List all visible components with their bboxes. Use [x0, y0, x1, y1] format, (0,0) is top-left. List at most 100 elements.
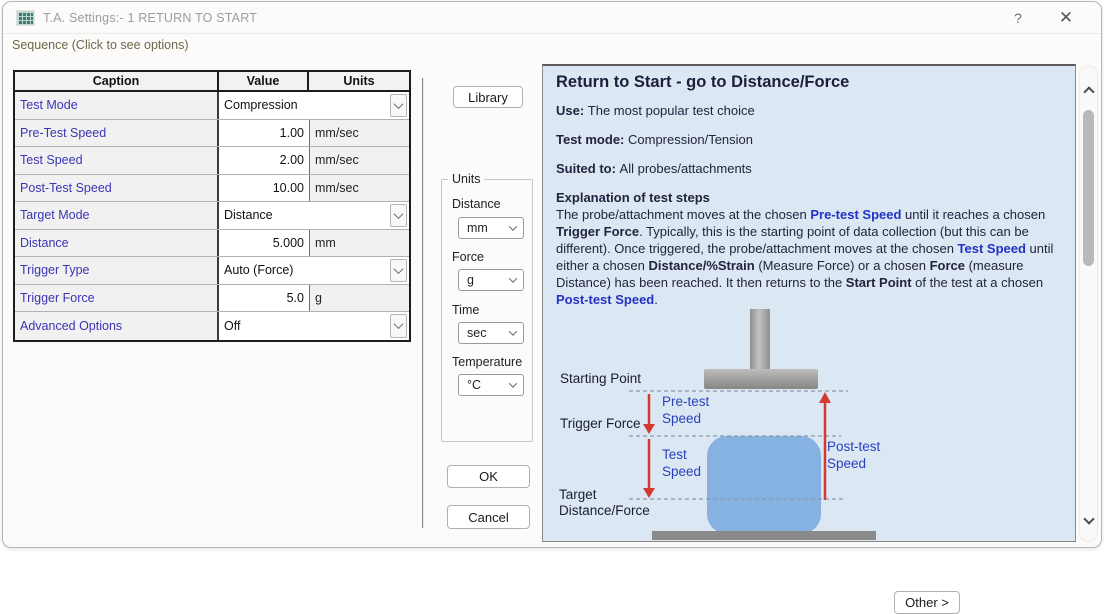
units-cell: g: [309, 285, 409, 312]
chevron-down-icon: [509, 222, 517, 230]
ok-button[interactable]: OK: [447, 465, 530, 488]
chevron-up-icon[interactable]: [1083, 86, 1094, 97]
table-row: Post-Test Speed 10.00 mm/sec: [15, 175, 409, 203]
dropdown-button[interactable]: [390, 259, 407, 282]
force-unit-label: Force: [452, 250, 484, 264]
trigger-force-label: Trigger Force: [560, 416, 641, 432]
chevron-down-icon[interactable]: [1083, 513, 1094, 524]
splitter-divider[interactable]: [422, 78, 424, 528]
sequence-label[interactable]: Sequence (Click to see options): [12, 38, 188, 52]
units-cell: mm/sec: [309, 147, 409, 174]
chevron-down-icon: [509, 274, 517, 282]
settings-table: Caption Value Units Test Mode Compressio…: [13, 70, 411, 342]
chevron-down-icon: [394, 319, 404, 329]
dialog-window: T.A. Settings:- 1 RETURN TO START ? ✕ Se…: [2, 1, 1102, 548]
chevron-down-icon: [394, 209, 404, 219]
explanation-paragraph: The probe/attachment moves at the chosen…: [556, 206, 1064, 308]
dropdown-button[interactable]: [390, 314, 407, 338]
value-dropdown[interactable]: Auto (Force): [219, 257, 409, 284]
base-platform-graphic: [652, 531, 876, 540]
probe-stem-graphic: [750, 309, 770, 371]
temperature-unit-value: °C: [467, 378, 481, 392]
sequence-bar[interactable]: Sequence (Click to see options): [3, 34, 1101, 57]
value-cell[interactable]: 1.00: [219, 120, 309, 147]
sample-graphic: [707, 436, 821, 534]
info-suitedto-line: Suited to: All probes/attachments: [556, 161, 1063, 176]
table-header: Caption Value Units: [15, 72, 409, 92]
table-row: Test Speed 2.00 mm/sec: [15, 147, 409, 175]
target-distance-force-label: Target Distance/Force: [559, 487, 650, 519]
post-test-speed-label: Post-test Speed: [827, 438, 880, 472]
close-button[interactable]: ✕: [1053, 7, 1079, 29]
distance-unit-label: Distance: [452, 197, 501, 211]
dropdown-value: Distance: [224, 208, 273, 222]
info-panel: Return to Start - go to Distance/Force U…: [542, 64, 1076, 542]
pre-test-speed-label: Pre-test Speed: [662, 393, 709, 427]
dropdown-value: Compression: [224, 98, 298, 112]
header-value: Value: [219, 72, 309, 90]
chevron-down-icon: [509, 379, 517, 387]
probe-plate-graphic: [704, 369, 818, 389]
row-caption: Distance: [15, 230, 219, 257]
header-caption: Caption: [15, 72, 219, 90]
chevron-down-icon: [509, 327, 517, 335]
other-units-button[interactable]: Other >: [894, 591, 960, 614]
dropdown-button[interactable]: [390, 204, 407, 227]
dropdown-button[interactable]: [390, 94, 407, 117]
header-units: Units: [309, 72, 409, 90]
explanation-title: Explanation of test steps: [556, 190, 1063, 205]
row-caption: Target Mode: [15, 202, 219, 229]
dropdown-value: Auto (Force): [224, 263, 293, 277]
units-cell: mm: [309, 230, 409, 257]
distance-unit-select[interactable]: mm: [458, 217, 524, 239]
info-heading: Return to Start - go to Distance/Force: [556, 73, 1063, 92]
table-row: Test Mode Compression: [15, 92, 409, 120]
row-caption: Advanced Options: [15, 312, 219, 340]
chevron-down-icon: [394, 99, 404, 109]
units-groupbox-title: Units: [448, 172, 484, 186]
distance-unit-value: mm: [467, 221, 488, 235]
temperature-unit-select[interactable]: °C: [458, 374, 524, 396]
time-unit-value: sec: [467, 326, 486, 340]
starting-point-label: Starting Point: [560, 371, 641, 387]
cancel-button[interactable]: Cancel: [447, 505, 530, 529]
value-dropdown[interactable]: Compression: [219, 92, 409, 119]
row-caption: Pre-Test Speed: [15, 120, 219, 147]
table-row: Distance 5.000 mm: [15, 230, 409, 258]
units-cell: mm/sec: [309, 175, 409, 202]
value-dropdown[interactable]: Off: [219, 312, 409, 340]
row-caption: Trigger Type: [15, 257, 219, 284]
temperature-unit-label: Temperature: [452, 355, 522, 369]
value-dropdown[interactable]: Distance: [219, 202, 409, 229]
table-row: Target Mode Distance: [15, 202, 409, 230]
value-cell[interactable]: 5.0: [219, 285, 309, 312]
table-row: Pre-Test Speed 1.00 mm/sec: [15, 120, 409, 148]
library-button[interactable]: Library: [453, 86, 523, 108]
info-testmode-line: Test mode: Compression/Tension: [556, 132, 1063, 147]
force-unit-value: g: [467, 273, 474, 287]
value-cell[interactable]: 5.000: [219, 230, 309, 257]
value-cell[interactable]: 10.00: [219, 175, 309, 202]
app-icon: [17, 11, 34, 25]
chevron-down-icon: [394, 264, 404, 274]
value-cell[interactable]: 2.00: [219, 147, 309, 174]
units-groupbox: Units Distance mm Force g Time sec Tempe…: [441, 179, 533, 442]
units-cell: mm/sec: [309, 120, 409, 147]
table-row: Advanced Options Off: [15, 312, 409, 340]
force-unit-select[interactable]: g: [458, 269, 524, 291]
panel-scrollbar[interactable]: [1079, 65, 1098, 542]
time-unit-select[interactable]: sec: [458, 322, 524, 344]
scrollbar-thumb[interactable]: [1083, 110, 1094, 266]
info-use-line: Use: The most popular test choice: [556, 103, 1063, 118]
test-speed-label: Test Speed: [662, 446, 701, 480]
row-caption: Trigger Force: [15, 285, 219, 312]
time-unit-label: Time: [452, 303, 479, 317]
help-button[interactable]: ?: [1005, 7, 1031, 29]
row-caption: Test Speed: [15, 147, 219, 174]
row-caption: Test Mode: [15, 92, 219, 119]
title-bar[interactable]: T.A. Settings:- 1 RETURN TO START ? ✕: [3, 2, 1101, 34]
table-row: Trigger Type Auto (Force): [15, 257, 409, 285]
table-row: Trigger Force 5.0 g: [15, 285, 409, 313]
window-title: T.A. Settings:- 1 RETURN TO START: [43, 11, 257, 25]
row-caption: Post-Test Speed: [15, 175, 219, 202]
